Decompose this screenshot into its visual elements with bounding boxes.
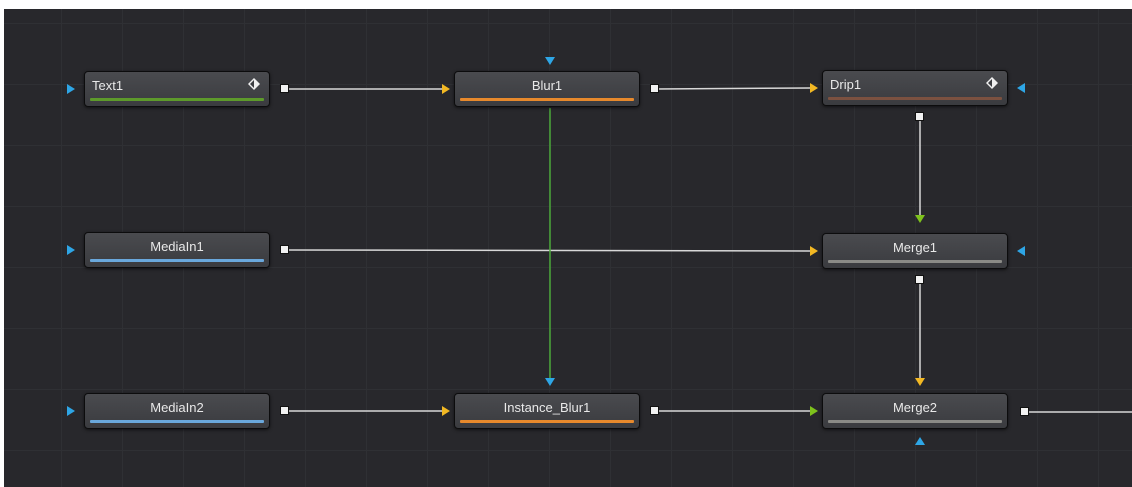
- node-text1-color-bar: [90, 98, 264, 101]
- node-drip1-color-bar: [828, 97, 1002, 100]
- node-merge2-color-bar: [828, 420, 1002, 423]
- node-blur1-color-bar: [460, 98, 634, 101]
- node-mediain2-color-bar: [90, 420, 264, 423]
- node-mediain1-label: MediaIn1: [150, 239, 204, 254]
- instance-blur1-main-input-icon[interactable]: [442, 406, 450, 416]
- text1-output-port[interactable]: [280, 84, 289, 93]
- node-instance-blur1[interactable]: Instance_Blur1: [454, 393, 640, 429]
- blur1-mask-input-icon[interactable]: [545, 57, 555, 65]
- wire-mediain1-to-merge1[interactable]: [284, 249, 811, 252]
- node-text1-label: Text1: [92, 78, 124, 93]
- node-blur1[interactable]: Blur1: [454, 71, 640, 107]
- node-instance-blur1-color-bar: [460, 420, 634, 423]
- node-drip1-label: Drip1: [830, 77, 862, 92]
- instance-blur1-output-port[interactable]: [650, 406, 659, 415]
- node-drip1[interactable]: Drip1: [822, 70, 1008, 106]
- merge2-background-input-icon[interactable]: [915, 378, 925, 386]
- wire-blur1-to-drip1[interactable]: [654, 87, 811, 90]
- merge2-output-port[interactable]: [1020, 407, 1029, 416]
- drip1-main-input-icon[interactable]: [810, 83, 818, 93]
- mediain2-output-port[interactable]: [280, 406, 289, 415]
- node-merge2[interactable]: Merge2: [822, 393, 1008, 429]
- node-merge1-label: Merge1: [892, 240, 938, 255]
- node-text1[interactable]: Text1: [84, 71, 270, 107]
- merge1-background-input-icon[interactable]: [810, 246, 818, 256]
- node-mediain1-color-bar: [90, 259, 264, 262]
- node-blur1-label: Blur1: [531, 78, 563, 93]
- node-merge1-color-bar: [828, 260, 1002, 263]
- merge1-mask-input-icon[interactable]: [1017, 246, 1025, 256]
- keyframe-diamond-icon: [248, 78, 260, 90]
- text1-mask-input-icon[interactable]: [67, 84, 75, 94]
- merge2-foreground-input-icon[interactable]: [810, 406, 818, 416]
- merge1-foreground-input-icon[interactable]: [915, 215, 925, 223]
- node-instance-blur1-label: Instance_Blur1: [503, 400, 591, 415]
- blur1-output-port[interactable]: [650, 84, 659, 93]
- mediain2-input-icon[interactable]: [67, 406, 75, 416]
- merge1-output-port[interactable]: [915, 275, 924, 284]
- node-merge2-label: Merge2: [892, 400, 938, 415]
- keyframe-diamond-icon: [986, 77, 998, 89]
- mediain1-input-icon[interactable]: [67, 245, 75, 255]
- node-editor-canvas[interactable]: Text1 Blur1 Drip1 MediaIn1 Merge1 MediaI…: [4, 9, 1132, 487]
- node-mediain2-label: MediaIn2: [150, 400, 204, 415]
- drip1-mask-input-icon[interactable]: [1017, 83, 1025, 93]
- merge2-mask-input-icon[interactable]: [915, 437, 925, 445]
- blur1-main-input-icon[interactable]: [442, 84, 450, 94]
- node-mediain1[interactable]: MediaIn1: [84, 232, 270, 268]
- node-mediain2[interactable]: MediaIn2: [84, 393, 270, 429]
- instance-blur1-mask-input-icon[interactable]: [545, 378, 555, 386]
- mediain1-output-port[interactable]: [280, 245, 289, 254]
- node-merge1[interactable]: Merge1: [822, 233, 1008, 269]
- drip1-output-port[interactable]: [915, 112, 924, 121]
